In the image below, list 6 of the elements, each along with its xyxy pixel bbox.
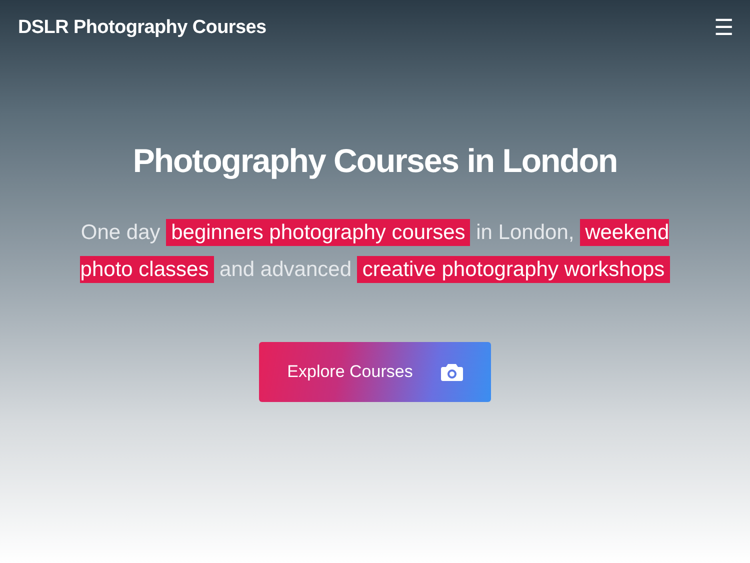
explore-courses-button[interactable]: Explore Courses <box>259 342 491 402</box>
camera-icon <box>440 363 463 381</box>
hero-subtitle: One day beginners photography courses in London, weekend photo classes and advanced creative photography workshops <box>79 218 671 285</box>
hero-title: Photography Courses in London <box>132 142 618 180</box>
site-title[interactable]: DSLR Photography Courses <box>18 17 266 39</box>
menu-button[interactable]: ☰ <box>714 17 734 39</box>
